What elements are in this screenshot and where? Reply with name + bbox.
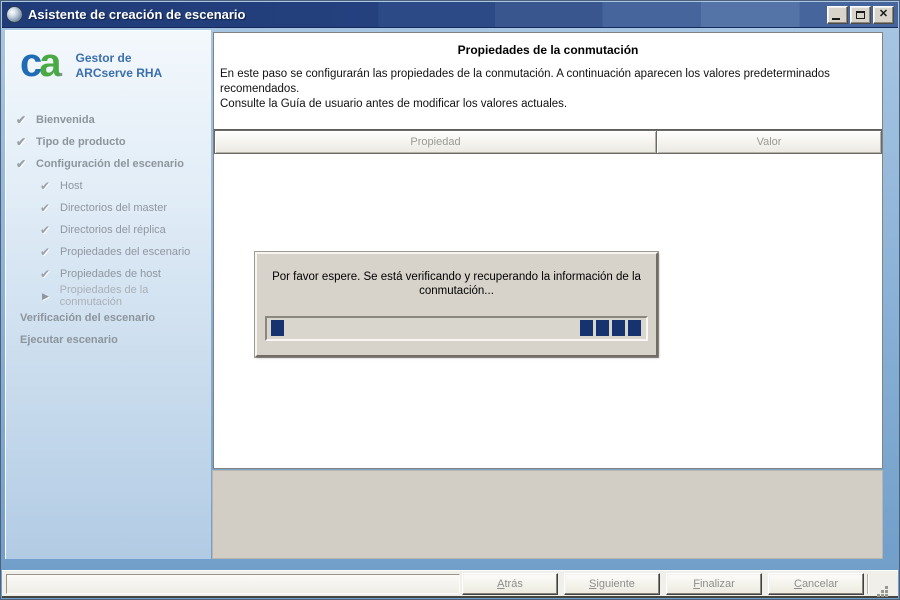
progress-block (628, 320, 641, 336)
column-header-propiedad[interactable]: Propiedad (214, 130, 657, 154)
progress-block (580, 320, 593, 336)
properties-table-header: Propiedad Valor (214, 130, 882, 154)
progress-block (596, 320, 609, 336)
bottom-panel (212, 470, 883, 559)
check-icon: ✔ (40, 223, 51, 237)
step-configuracion-escenario: ✔ Configuración del escenario (16, 157, 184, 171)
maximize-button[interactable] (850, 5, 871, 24)
step-propiedades-host: ✔ Propiedades de host (40, 267, 161, 281)
wait-message: Por favor espere. Se está verificando y … (272, 271, 641, 297)
check-icon: ✔ (40, 179, 51, 193)
wizard-sidebar: ca . Gestor de ARCserve RHA ✔ Bienvenida… (5, 30, 211, 559)
resize-grip[interactable] (877, 586, 880, 589)
check-icon: ✔ (16, 113, 27, 127)
product-name: Gestor de ARCserve RHA (75, 51, 163, 80)
title-bar: Asistente de creación de escenario ✕ (2, 2, 898, 28)
next-button[interactable]: Siguiente (564, 573, 660, 595)
wizard-window: Asistente de creación de escenario ✕ ca … (0, 0, 900, 600)
ca-logo-mark: ca (20, 41, 62, 85)
step-directorios-replica: ✔ Directorios del réplica (40, 223, 166, 237)
wizard-steps: ✔ Bienvenida ✔ Tipo de producto ✔ Config… (6, 109, 211, 351)
statusbar-separator (867, 574, 868, 594)
current-step-arrow-icon: ▶ (42, 290, 49, 301)
cancel-button[interactable]: Cancelar (768, 573, 864, 595)
minimize-icon (832, 17, 840, 20)
page-description: En este paso se configurarán las propied… (220, 68, 830, 110)
step-tipo-de-producto: ✔ Tipo de producto (16, 135, 126, 149)
step-host: ✔ Host (40, 179, 83, 193)
progress-bar (265, 316, 648, 341)
window-controls: ✕ (827, 5, 894, 24)
step-propiedades-conmutacion-current: ▶ Propiedades de la conmutación (42, 284, 149, 308)
ca-logo-dot: . (58, 60, 64, 80)
window-title: Asistente de creación de escenario (28, 7, 246, 22)
status-bar: Atrás Siguiente Finalizar Cancelar (2, 570, 898, 598)
close-button[interactable]: ✕ (873, 5, 894, 24)
step-ejecutar-escenario: Ejecutar escenario (20, 334, 118, 346)
close-icon: ✕ (878, 8, 889, 20)
check-icon: ✔ (16, 157, 27, 171)
step-verificacion-escenario: Verificación del escenario (20, 312, 156, 324)
progress-block (612, 320, 625, 336)
back-button[interactable]: Atrás (462, 573, 558, 595)
progress-block (271, 320, 284, 336)
check-icon: ✔ (40, 267, 51, 281)
finish-button[interactable]: Finalizar (666, 573, 762, 595)
ca-logo: ca . Gestor de ARCserve RHA (20, 41, 163, 85)
step-propiedades-escenario: ✔ Propiedades del escenario (40, 245, 191, 259)
check-icon: ✔ (40, 245, 51, 259)
status-message-panel (6, 574, 460, 594)
check-icon: ✔ (16, 135, 27, 149)
globe-app-icon (6, 6, 23, 23)
step-bienvenida: ✔ Bienvenida (16, 113, 95, 127)
column-header-valor[interactable]: Valor (657, 130, 882, 154)
minimize-button[interactable] (827, 5, 848, 24)
wizard-page: Propiedades de la conmutación En este pa… (213, 32, 883, 469)
page-title: Propiedades de la conmutación (457, 43, 639, 57)
step-directorios-master: ✔ Directorios del master (40, 201, 167, 215)
maximize-icon (856, 10, 865, 19)
check-icon: ✔ (40, 201, 51, 215)
wait-dialog: Por favor espere. Se está verificando y … (255, 252, 658, 357)
